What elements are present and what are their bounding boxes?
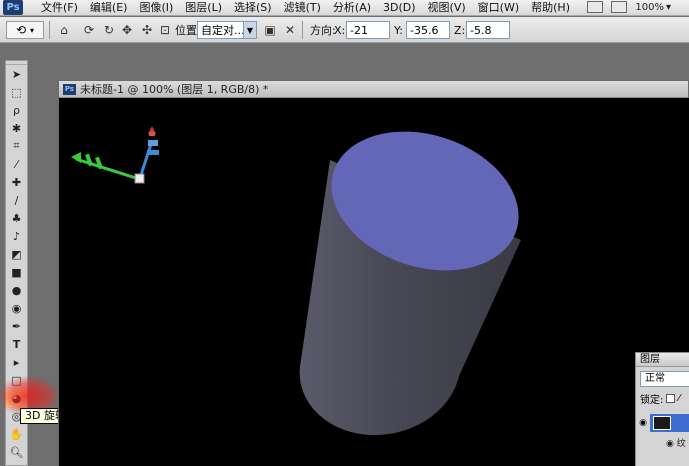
x-label: X: (334, 23, 346, 37)
chevron-down-icon: ▾ (665, 1, 671, 13)
menu-edit[interactable]: 编辑(E) (84, 0, 134, 15)
lock-label: 锁定: (640, 395, 664, 406)
return-initial-icon[interactable]: ⌂ (55, 21, 73, 39)
z-axis-handle[interactable] (149, 132, 155, 136)
axis-origin-cube[interactable] (134, 173, 145, 184)
document-title: 未标题-1 @ 100% (图层 1, RGB/8) * (80, 83, 269, 96)
eye-icon[interactable]: ◉ (636, 414, 650, 432)
layers-panel-tab[interactable]: 图层 (636, 353, 689, 367)
y-orientation-input[interactable] (406, 21, 450, 39)
y-axis-line (138, 140, 154, 179)
x-axis-line (75, 157, 140, 181)
sublayer-label: 纹 (676, 439, 686, 449)
zoom-tool-icon[interactable]: 🔍︎ (6, 443, 27, 461)
menu-window[interactable]: 窗口(W) (472, 0, 525, 15)
layer-row[interactable]: ◉ (636, 414, 689, 432)
x-orientation-input[interactable] (346, 21, 390, 39)
drag-object-icon[interactable]: ✥ (118, 21, 136, 39)
hand-tool-icon[interactable]: ✋ (6, 425, 27, 443)
brush-tool-icon[interactable]: ∕ (6, 191, 27, 209)
options-bar: ⟲▾ ⌂ ⟳ ↻ ✥ ✣ ⊡ 位置: 自定对... ▼ ▣ ✕ 方向: X: Y… (0, 17, 689, 43)
tool-preset-picker[interactable]: ⟲ ▾ (6, 21, 44, 39)
separator (302, 21, 303, 39)
x-axis-arrow-icon (71, 152, 81, 163)
eyedropper-tool-icon[interactable]: ⁄ (6, 155, 27, 173)
zoom-level[interactable]: 100% ▾ (635, 2, 671, 13)
x-axis-handle[interactable] (95, 156, 103, 170)
layers-panel: 图层 正常 锁定: ⁄ ◉ ◉ 纹 (635, 352, 689, 466)
lock-transparency-checkbox[interactable] (666, 394, 676, 403)
z-label: Z: (454, 23, 466, 37)
menu-items: 文件(F) 编辑(E) 图像(I) 图层(L) 选择(S) 滤镜(T) 分析(A… (35, 0, 576, 15)
path-selection-tool-icon[interactable]: ▸ (6, 353, 27, 371)
document-icon: Ps (63, 83, 76, 95)
rotate-3d-icon: ⟲ (15, 23, 27, 37)
menu-layer[interactable]: 图层(L) (179, 0, 228, 15)
document-title-bar[interactable]: Ps 未标题-1 @ 100% (图层 1, RGB/8) * (59, 81, 688, 98)
lasso-tool-icon[interactable]: ρ (6, 101, 27, 119)
menubar-right: 100% ▾ (587, 1, 671, 13)
menu-3d[interactable]: 3D(D) (377, 0, 422, 15)
document-canvas[interactable] (59, 98, 689, 466)
menu-filter[interactable]: 滤镜(T) (278, 0, 327, 15)
dodge-tool-icon[interactable]: ◉ (6, 299, 27, 317)
menu-bar: Ps 文件(F) 编辑(E) 图像(I) 图层(L) 选择(S) 滤镜(T) 分… (0, 0, 689, 16)
blend-mode-select[interactable]: 正常 (640, 371, 689, 387)
menu-image[interactable]: 图像(I) (133, 0, 179, 15)
screen-mode-icon[interactable] (587, 1, 604, 13)
clone-stamp-tool-icon[interactable]: ♣ (6, 209, 27, 227)
menu-select[interactable]: 选择(S) (228, 0, 278, 15)
position-select[interactable]: 自定对... ▼ (197, 21, 257, 39)
lock-row: 锁定: ⁄ (640, 391, 689, 406)
menu-analysis[interactable]: 分析(A) (327, 0, 377, 15)
chevron-down-icon: ▼ (243, 22, 256, 38)
lock-brush-icon[interactable]: ⁄ (678, 393, 680, 404)
axis-widget[interactable] (71, 126, 159, 184)
roll-object-icon[interactable]: ↻ (100, 21, 118, 39)
gradient-tool-icon[interactable]: ■ (6, 263, 27, 281)
toolbox: ➤ ⬚ ρ ✱ ⌗ ⁄ ✚ ∕ ♣ ♪ ◩ ■ ● ◉ ✒ T ▸ □ ◕ ◎ … (5, 60, 28, 466)
eraser-tool-icon[interactable]: ◩ (6, 245, 27, 263)
document-window: Ps 未标题-1 @ 100% (图层 1, RGB/8) * (58, 80, 689, 466)
y-axis-handle[interactable] (148, 140, 158, 146)
separator (49, 21, 50, 39)
blur-tool-icon[interactable]: ● (6, 281, 27, 299)
marquee-tool-icon[interactable]: ⬚ (6, 83, 27, 101)
save-position-icon[interactable]: ▣ (261, 21, 279, 39)
healing-brush-tool-icon[interactable]: ✚ (6, 173, 27, 191)
magic-wand-tool-icon[interactable]: ✱ (6, 119, 27, 137)
arrange-documents-icon[interactable] (611, 1, 628, 13)
y-axis-handle[interactable] (147, 150, 159, 155)
history-brush-tool-icon[interactable]: ♪ (6, 227, 27, 245)
pen-tool-icon[interactable]: ✒ (6, 317, 27, 335)
eye-icon[interactable]: ◉ (666, 439, 674, 449)
menu-help[interactable]: 帮助(H) (525, 0, 576, 15)
delete-position-icon[interactable]: ✕ (281, 21, 299, 39)
menu-file[interactable]: 文件(F) (35, 0, 84, 15)
layer-thumbnail (653, 416, 671, 430)
type-tool-icon[interactable]: T (6, 335, 27, 353)
move-tool-icon[interactable]: ➤ (6, 65, 27, 83)
photoshop-logo: Ps (3, 0, 23, 15)
scale-object-icon[interactable]: ⊡ (156, 21, 174, 39)
shape-tool-icon[interactable]: □ (6, 371, 27, 389)
y-label: Y: (394, 23, 403, 37)
rotate-object-icon[interactable]: ⟳ (80, 21, 98, 39)
x-axis-handle[interactable] (85, 153, 93, 167)
z-orientation-input[interactable] (466, 21, 510, 39)
canvas-scene (71, 126, 521, 436)
orientation-label: 方向: (310, 24, 336, 37)
rotate-3d-tool-icon[interactable]: ◕ (6, 389, 27, 407)
crop-tool-icon[interactable]: ⌗ (6, 137, 27, 155)
menu-view[interactable]: 视图(V) (422, 0, 472, 15)
sublayer-row[interactable]: ◉ 纹 (636, 436, 689, 449)
slide-object-icon[interactable]: ✣ (138, 21, 156, 39)
chevron-down-icon: ▾ (30, 25, 35, 35)
